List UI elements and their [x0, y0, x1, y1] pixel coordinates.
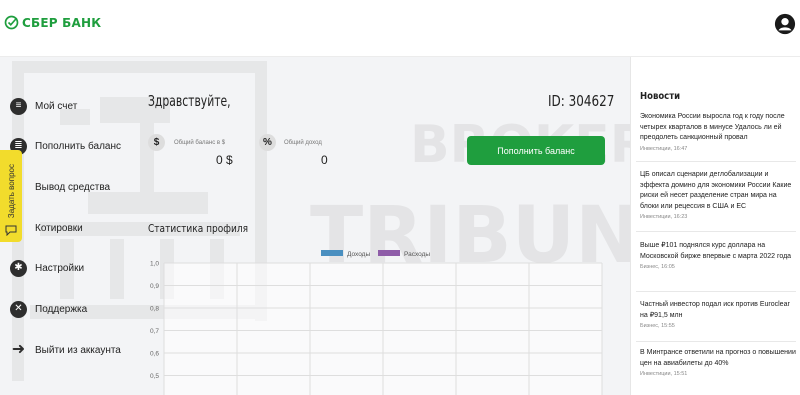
news-item[interactable]: Выше ₽101 поднялся курс доллара на Моско… — [640, 241, 796, 270]
top-header: СБЕР БАНК — [0, 0, 800, 57]
news-title: Новости — [640, 91, 681, 102]
ask-question-tab[interactable]: Задать вопрос — [0, 150, 22, 242]
sidebar-item-label: Котировки — [35, 222, 83, 234]
news-item-meta: Бизнес, 16:05 — [640, 264, 675, 270]
y-tick-label: 0,7 — [150, 328, 159, 335]
topup-balance-button[interactable]: Пополнить баланс — [467, 136, 605, 165]
brand-name: СБЕР БАНК — [22, 15, 102, 30]
sidebar-item-settings[interactable]: ✱ Настройки — [10, 258, 84, 278]
income-value: 0 — [321, 153, 328, 167]
legend-swatch — [378, 250, 400, 256]
news-divider — [636, 231, 796, 232]
y-tick-label: 1,0 — [150, 261, 159, 268]
sidebar-item-my-account[interactable]: ≡ Мой счет — [10, 96, 77, 116]
y-tick-label: 0,8 — [150, 306, 159, 313]
news-item[interactable]: Частный инвестор подал иск против Eurocl… — [640, 300, 796, 329]
news-item-title: ЦБ описал сценарии деглобализации и эффе… — [640, 171, 792, 210]
logout-icon: ➜ — [11, 341, 26, 358]
greeting-heading: Здравствуйте, — [148, 92, 231, 110]
legend-label: Доходы — [347, 251, 370, 258]
news-item-meta: Инвестиции, 16:47 — [640, 145, 688, 152]
news-item[interactable]: Экономика России выросла год к году посл… — [640, 112, 796, 152]
gear-icon: ✱ — [10, 259, 27, 277]
sidebar-item-label: Пополнить баланс — [35, 140, 121, 152]
brand-logo[interactable]: СБЕР БАНК — [4, 15, 101, 30]
dollar-icon: $ — [148, 134, 165, 151]
news-item-meta: Инвестиции, 16:23 — [640, 214, 688, 220]
sber-check-icon — [4, 15, 19, 30]
news-item-title: Выше ₽101 поднялся курс доллара на Моско… — [640, 242, 792, 260]
sidebar-item-label: Мой счет — [35, 100, 78, 112]
sidebar-item-support[interactable]: ✕ Поддержка — [10, 299, 87, 319]
percent-icon: % — [259, 134, 276, 151]
legend-swatch — [321, 250, 343, 256]
sidebar-item-withdraw[interactable]: Вывод средства — [10, 177, 110, 197]
news-item[interactable]: ЦБ описал сценарии деглобализации и эффе… — [640, 170, 796, 220]
profile-stats-title: Статистика профиля — [148, 222, 249, 235]
chat-icon — [5, 225, 17, 236]
news-divider — [636, 291, 796, 292]
legend-label: Расходы — [404, 251, 430, 258]
sidebar-item-logout[interactable]: ➜ Выйти из аккаунта — [10, 340, 121, 360]
balance-label: Общий баланс в $ — [174, 140, 226, 146]
y-tick-label: 0,6 — [150, 351, 159, 358]
news-item-meta: Инвестиции, 15:51 — [640, 371, 688, 377]
news-item[interactable]: В Минтрансе ответили на прогноз о повыше… — [640, 348, 796, 377]
income-label: Общий доход — [284, 140, 322, 146]
y-tick-label: 0,5 — [150, 373, 159, 380]
sidebar-item-label: Настройки — [35, 262, 85, 274]
profile-stats-chart: 1,0 0,9 0,8 0,7 0,6 0,5 Доходы Расходы — [150, 250, 603, 395]
balance-value: 0 $ — [216, 153, 233, 167]
news-item-title: Экономика России выросла год к году посл… — [640, 113, 785, 141]
sidebar-item-topup[interactable]: ≣ Пополнить баланс — [10, 136, 121, 156]
y-tick-label: 0,9 — [150, 283, 159, 290]
news-item-title: В Минтрансе ответили на прогноз о повыше… — [640, 349, 796, 367]
sidebar-item-label: Поддержка — [35, 303, 88, 315]
news-item-meta: Бизнес, 15:55 — [640, 323, 675, 329]
news-divider — [636, 161, 796, 162]
news-item-title: Частный инвестор подал иск против Eurocl… — [640, 301, 790, 319]
lifebuoy-icon: ✕ — [10, 300, 27, 318]
ask-question-label: Задать вопрос — [6, 163, 16, 218]
news-panel: Новости Экономика России выросла год к г… — [630, 57, 800, 395]
database-icon: ≡ — [10, 97, 27, 115]
news-divider — [636, 341, 796, 342]
user-id: ID: 304627 — [548, 92, 615, 110]
sidebar-item-label: Выйти из аккаунта — [35, 344, 121, 356]
user-avatar-icon[interactable] — [774, 13, 796, 35]
sidebar-item-label: Вывод средства — [35, 181, 111, 193]
